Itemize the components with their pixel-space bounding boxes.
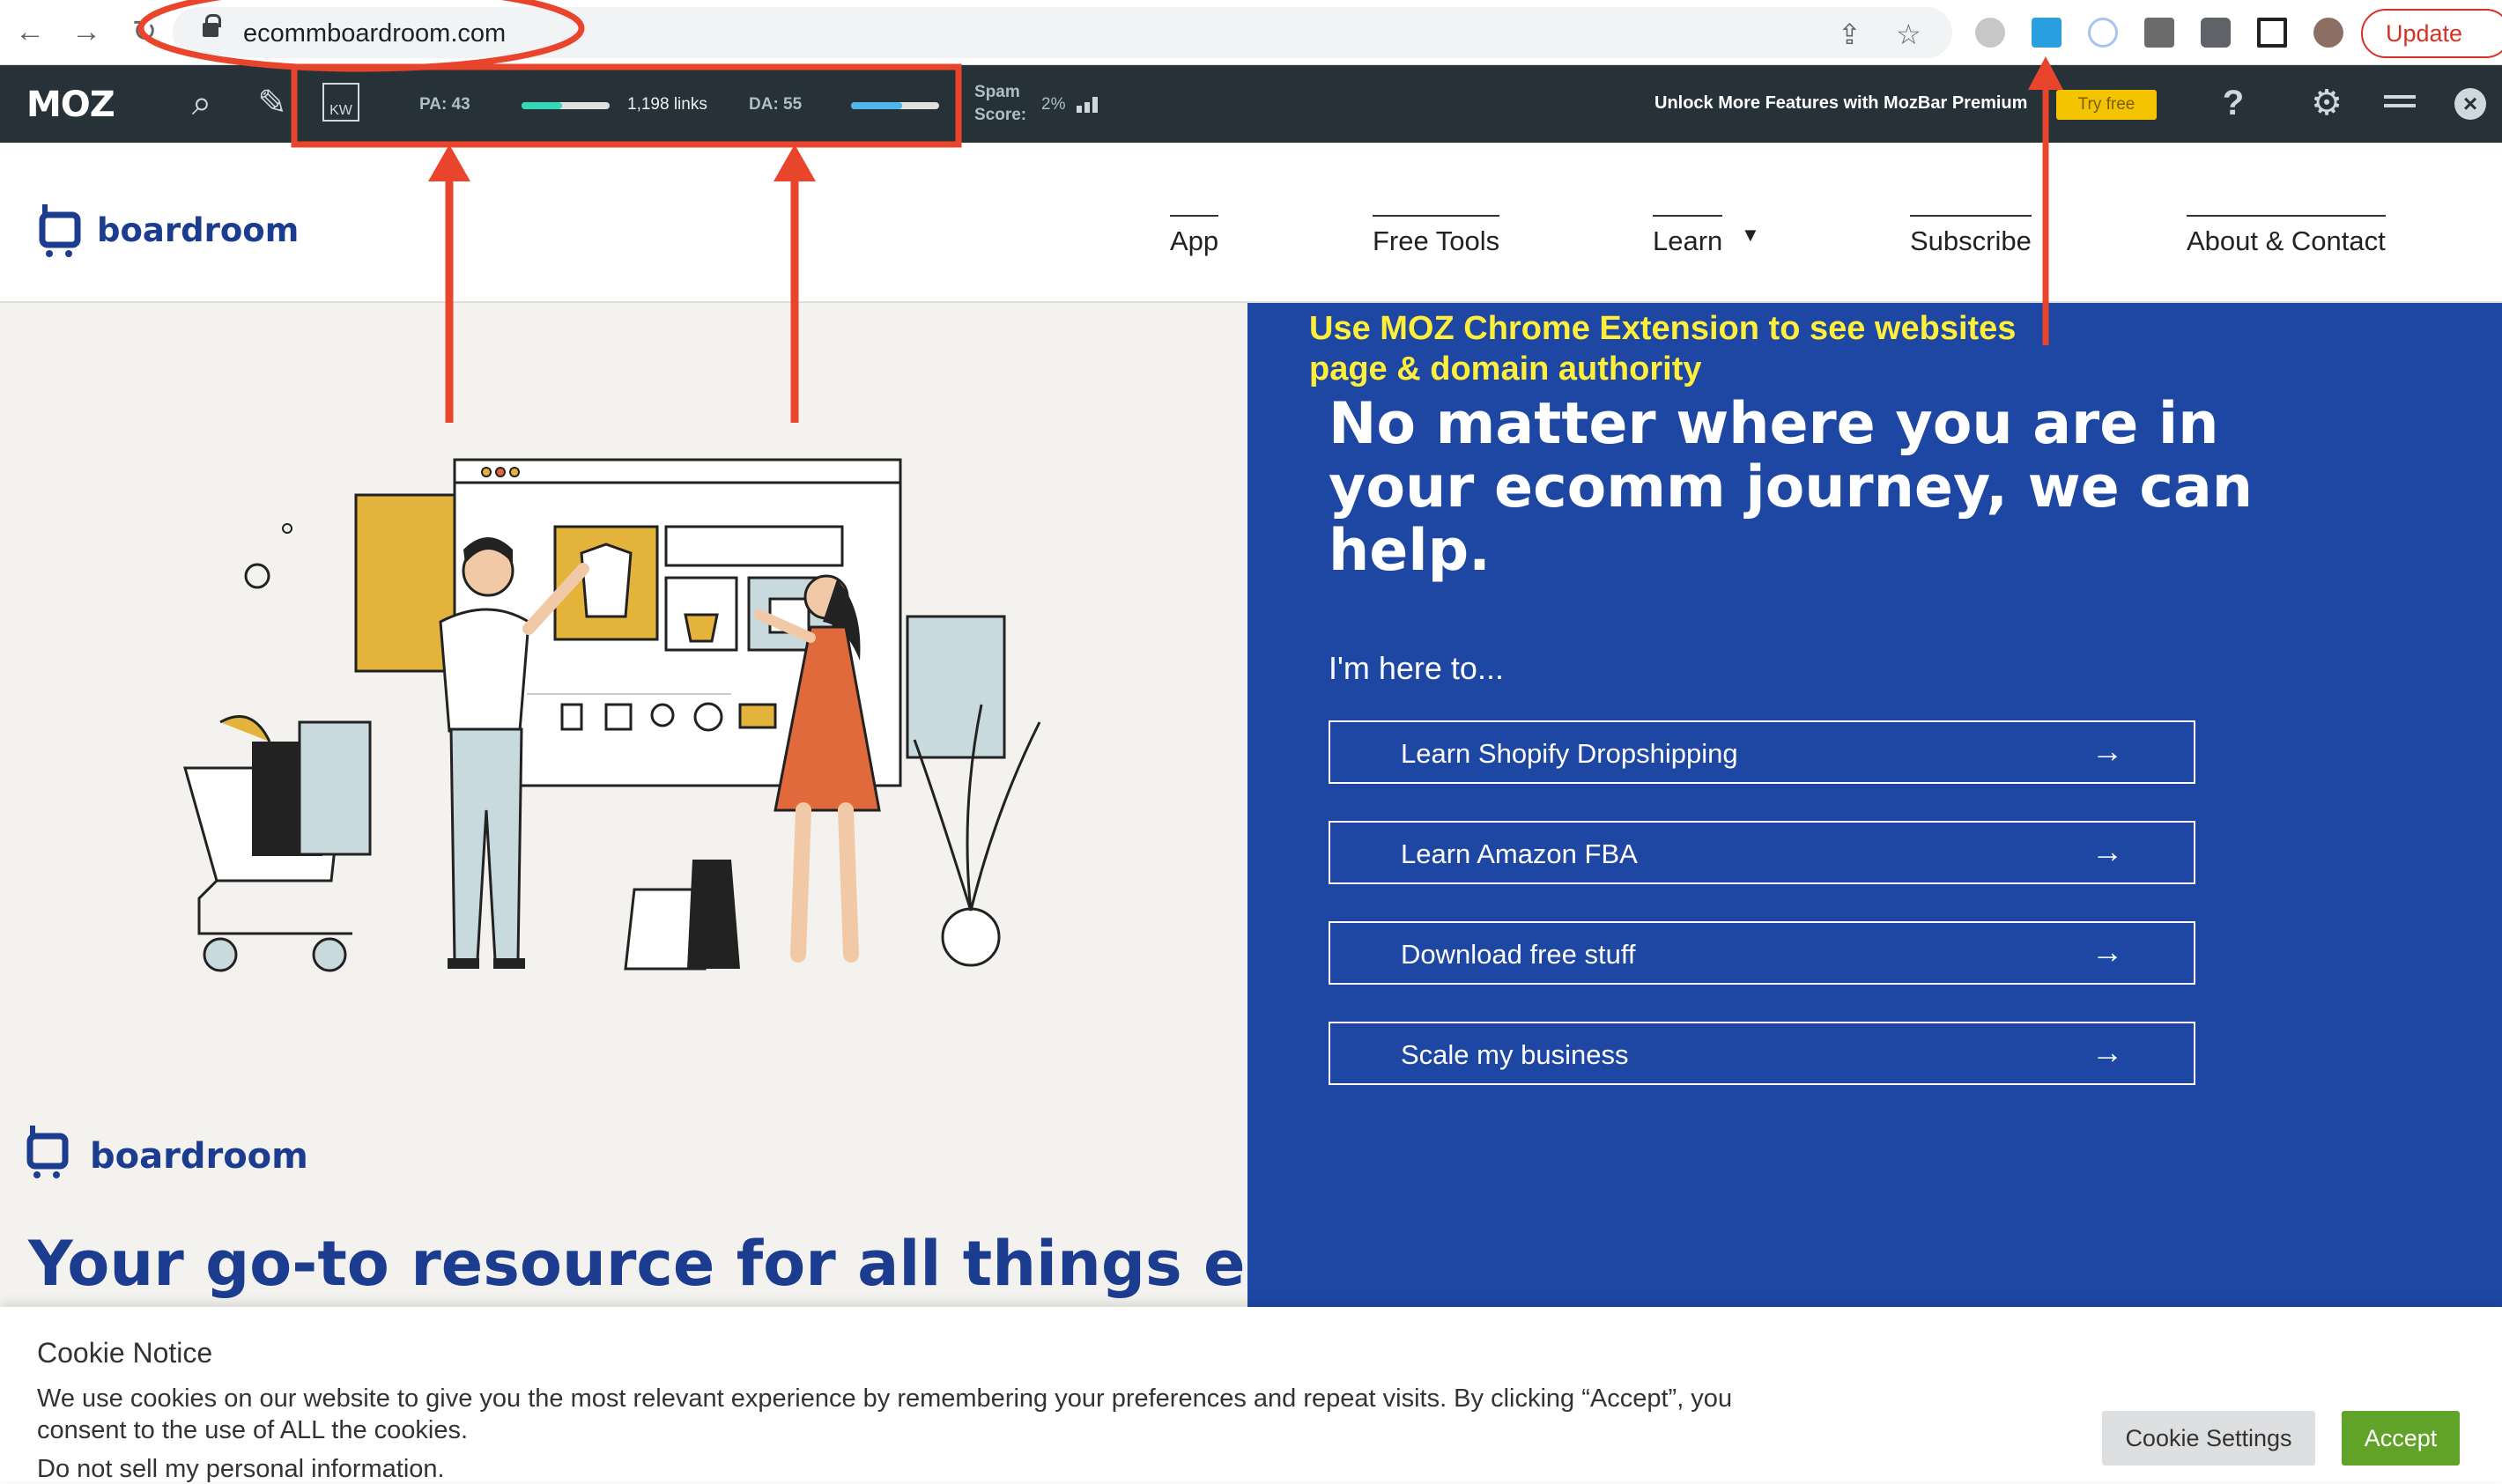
cookie-banner: Cookie Notice We use cookies on our webs… (0, 1307, 2502, 1484)
keyword-icon[interactable]: KW (322, 83, 359, 122)
spam-label-2: Score: (974, 106, 1027, 124)
cookie-body: We use cookies on our website to give yo… (37, 1384, 1733, 1444)
cta-label: Scale my business (1401, 1039, 1629, 1070)
annotation-line-2: page & domain authority (1309, 351, 1702, 388)
forward-icon[interactable]: → (67, 12, 106, 51)
annotation-note: Use MOZ Chrome Extension to see websites… (1309, 308, 2102, 389)
update-button[interactable]: Update (2361, 9, 2502, 58)
extension-circle-icon[interactable] (2088, 18, 2118, 48)
page-authority: PA: 43 (419, 95, 470, 114)
page-analysis-icon[interactable]: ⌕ (180, 81, 224, 125)
arrow-right-icon: → (2091, 833, 2123, 869)
browser-toolbar: ← → ↻ ecommboardroom.com ⇪ ☆ Update (0, 0, 2502, 65)
boardroom-logo-icon[interactable] (39, 203, 83, 259)
reload-icon[interactable]: ↻ (125, 12, 164, 51)
links-count: 1,198 links (627, 95, 707, 114)
profile-avatar[interactable] (2313, 18, 2343, 48)
highlighter-pencil-icon[interactable]: ✎ (250, 81, 294, 125)
domain-authority: DA: 55 (749, 95, 803, 114)
arrow-right-icon: → (2091, 934, 2123, 970)
bookmark-star-icon[interactable]: ☆ (1896, 18, 1921, 51)
address-bar[interactable]: ecommboardroom.com ⇪ ☆ (173, 7, 1952, 58)
close-icon[interactable]: × (2454, 88, 2486, 120)
annotation-line-1: Use MOZ Chrome Extension to see websites (1309, 310, 2017, 347)
accept-cookies-button[interactable]: Accept (2342, 1411, 2460, 1466)
nav-app[interactable]: App (1170, 215, 1219, 257)
here-to-label: I'm here to... (1329, 650, 1504, 686)
mozbar-extension-icon[interactable] (2032, 18, 2062, 48)
extension-pin-icon[interactable] (2144, 18, 2174, 48)
hero-illustration-panel: boardroom (0, 303, 1247, 1307)
cta-label: Learn Amazon FBA (1401, 838, 1638, 869)
cta-learn-amazon-fba[interactable]: Learn Amazon FBA → (1329, 821, 2195, 884)
cta-learn-shopify-dropshipping[interactable]: Learn Shopify Dropshipping → (1329, 720, 2195, 784)
do-not-sell-link[interactable]: Do not sell my personal information. (37, 1455, 445, 1484)
tagline-heading: Your go-to resource for all things e- (28, 1228, 1271, 1300)
cta-label: Learn Shopify Dropshipping (1401, 738, 1738, 769)
pa-bar (522, 102, 610, 109)
cta-download-free-stuff[interactable]: Download free stuff → (1329, 921, 2195, 985)
learn-dropdown-icon[interactable]: ▼ (1741, 224, 1760, 247)
premium-promo: Unlock More Features with MozBar Premium (1654, 93, 2028, 113)
brand-name-secondary: boardroom (90, 1136, 308, 1177)
shopping-illustration (183, 458, 1041, 972)
nav-about-contact[interactable]: About & Contact (2187, 215, 2386, 257)
cta-label: Download free stuff (1401, 939, 1636, 970)
nav-subscribe[interactable]: Subscribe (1910, 215, 2032, 257)
try-free-button[interactable]: Try free (2056, 90, 2157, 120)
hero-headline: No matter where you are in your ecomm jo… (1329, 391, 2254, 584)
cta-scale-my-business[interactable]: Scale my business → (1329, 1022, 2195, 1085)
mozbar: MOZ ⌕ ✎ KW PA: 43 1,198 links DA: 55 Spa… (0, 65, 2502, 143)
side-panel-icon[interactable] (2257, 18, 2287, 48)
site-header: boardroom App Free Tools Learn ▼ Subscri… (0, 143, 2502, 303)
spam-bars-icon (1077, 95, 1105, 113)
extension-k-icon[interactable] (1975, 18, 2005, 48)
extensions-puzzle-icon[interactable] (2201, 18, 2231, 48)
lock-icon (203, 14, 221, 37)
spam-score: 2% (1041, 95, 1066, 114)
nav-free-tools[interactable]: Free Tools (1373, 215, 1500, 257)
nav-learn[interactable]: Learn (1653, 215, 1723, 257)
arrow-right-icon: → (2091, 733, 2123, 769)
da-bar (851, 102, 939, 109)
settings-gear-icon[interactable]: ⚙ (2305, 81, 2349, 125)
moz-logo: MOZ (26, 85, 115, 125)
cookie-settings-button[interactable]: Cookie Settings (2102, 1411, 2315, 1466)
back-icon[interactable]: ← (11, 12, 49, 51)
share-icon[interactable]: ⇪ (1838, 18, 1862, 51)
spam-label: Spam (974, 83, 1020, 101)
collapse-icon[interactable] (2384, 95, 2416, 107)
cookie-title: Cookie Notice (37, 1337, 213, 1369)
brand-name[interactable]: boardroom (97, 211, 299, 249)
boardroom-logo-icon-secondary (26, 1126, 69, 1178)
help-icon[interactable]: ? (2211, 81, 2255, 125)
arrow-right-icon: → (2091, 1034, 2123, 1070)
url-text[interactable]: ecommboardroom.com (243, 19, 506, 48)
